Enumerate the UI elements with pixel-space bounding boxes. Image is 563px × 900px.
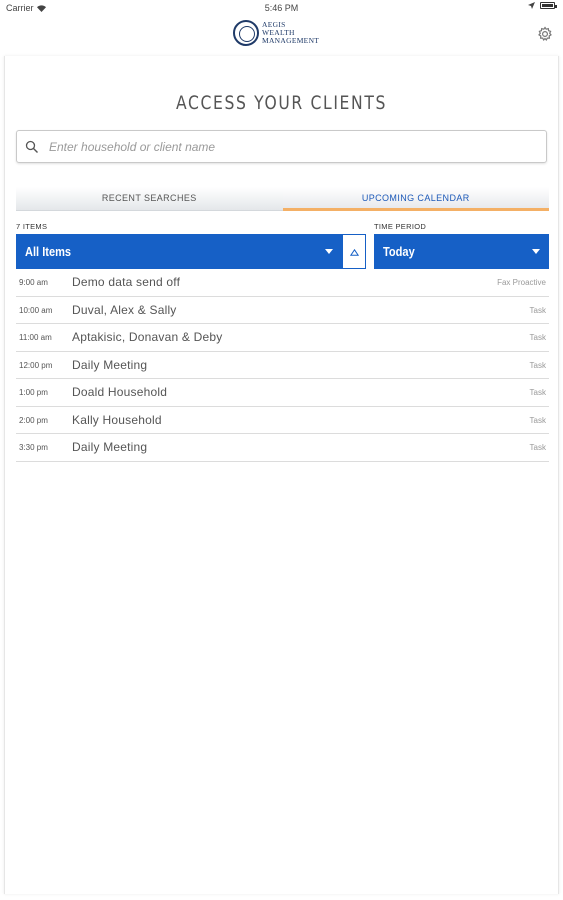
event-time: 2:00 pm: [19, 415, 48, 425]
event-type: Fax Proactive: [497, 278, 546, 287]
time-period-label: TIME PERIOD: [374, 222, 427, 231]
chevron-down-icon: [532, 249, 540, 254]
search-input[interactable]: [49, 139, 519, 154]
event-name: Daily Meeting: [72, 357, 148, 372]
battery-icon: [540, 2, 557, 9]
event-name: Aptakisic, Donavan & Deby: [72, 330, 223, 344]
calendar-row[interactable]: 11:00 am Aptakisic, Donavan & Deby Task: [16, 324, 549, 352]
time-period-dropdown[interactable]: Today: [374, 234, 549, 269]
event-name: Kally Household: [72, 412, 162, 427]
chevron-down-icon: [325, 249, 333, 254]
event-time: 9:00 am: [19, 278, 48, 287]
triangle-up-icon: [350, 249, 359, 256]
calendar-row[interactable]: 1:00 pm Doald Household Task: [16, 379, 549, 407]
event-type: Task: [529, 360, 546, 370]
clock: 5:46 PM: [264, 3, 299, 13]
tab-bar: RECENT SEARCHES UPCOMING CALENDAR: [16, 187, 549, 211]
event-time: 11:00 am: [19, 333, 52, 342]
aegis-logo: AEGIS WEALTH MANAGEMENT: [233, 20, 319, 46]
calendar-row[interactable]: 3:30 pm Daily Meeting Task: [16, 434, 549, 462]
event-time: 1:00 pm: [19, 388, 48, 397]
event-name: Demo data send off: [72, 275, 181, 289]
calendar-row[interactable]: 12:00 pm Daily Meeting Task: [16, 352, 549, 379]
event-type: Task: [529, 443, 546, 452]
app-header: AEGIS WEALTH MANAGEMENT: [0, 16, 563, 56]
items-count-label: 7 ITEMS: [16, 222, 48, 231]
search-icon: [25, 140, 38, 153]
event-name: Duval, Alex & Sally: [72, 302, 177, 317]
status-bar: Carrier 5:46 PM: [0, 0, 563, 16]
items-filter-dropdown[interactable]: All Items: [16, 234, 342, 269]
calendar-list: 9:00 am Demo data send off Fax Proactive…: [16, 269, 549, 462]
location-icon: [528, 2, 535, 9]
logo-seal-icon: [233, 20, 259, 46]
logo-line-3: MANAGEMENT: [262, 36, 320, 45]
items-filter-value: All Items: [25, 244, 72, 259]
sort-toggle-button[interactable]: [342, 234, 366, 269]
time-period-value: Today: [383, 244, 415, 259]
tab-upcoming-calendar[interactable]: UPCOMING CALENDAR: [282, 187, 549, 211]
calendar-row[interactable]: 10:00 am Duval, Alex & Sally Task: [16, 297, 549, 324]
main-panel: ACCESS YOUR CLIENTS RECENT SEARCHES UPCO…: [4, 56, 559, 894]
event-type: Task: [529, 305, 546, 315]
event-type: Task: [529, 333, 546, 342]
event-time: 12:00 pm: [19, 360, 53, 370]
calendar-row[interactable]: 9:00 am Demo data send off Fax Proactive: [16, 269, 549, 297]
event-type: Task: [529, 388, 546, 397]
page-title: ACCESS YOUR CLIENTS: [175, 92, 388, 114]
calendar-row[interactable]: 2:00 pm Kally Household Task: [16, 407, 549, 434]
event-time: 3:30 pm: [19, 443, 48, 452]
event-name: Daily Meeting: [72, 440, 148, 454]
search-box[interactable]: [16, 130, 547, 163]
tab-recent-searches[interactable]: RECENT SEARCHES: [16, 187, 283, 211]
gear-icon[interactable]: [537, 26, 553, 42]
event-time: 10:00 am: [19, 305, 53, 315]
event-type: Task: [529, 415, 546, 425]
event-name: Doald Household: [72, 385, 168, 399]
